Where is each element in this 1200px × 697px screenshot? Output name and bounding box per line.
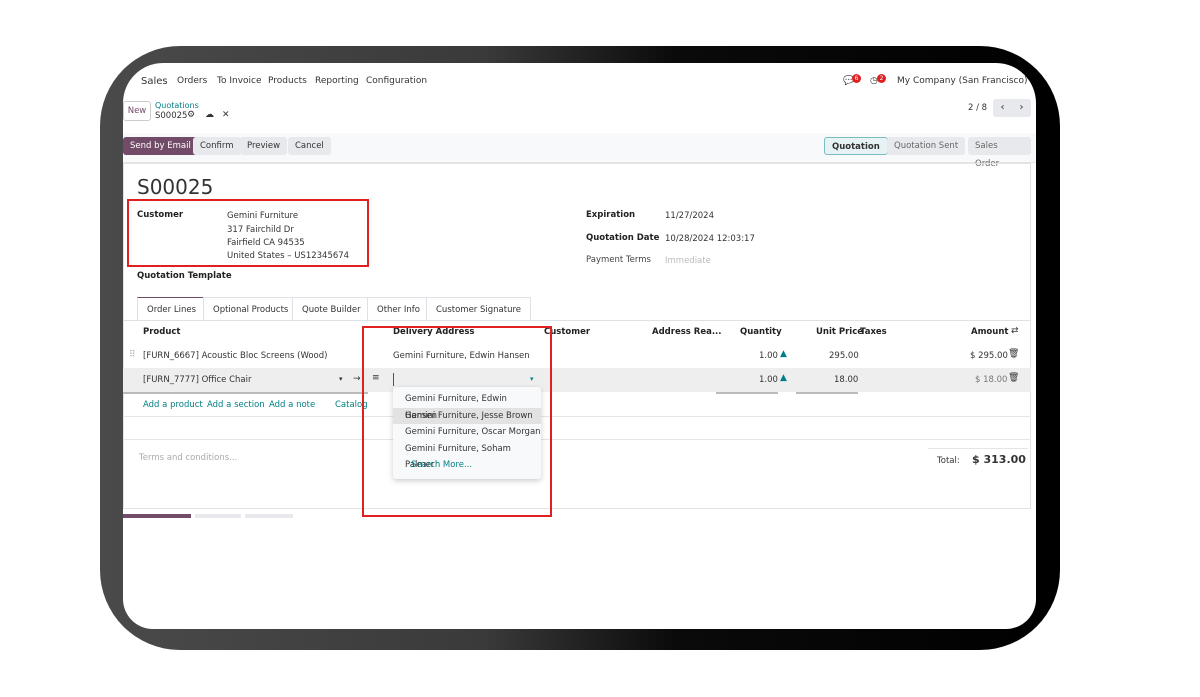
row-qty[interactable]: 1.00 [759, 351, 778, 361]
row-amount: $ 295.00 [970, 351, 1008, 361]
footer-bar [245, 514, 293, 518]
order-title: S00025 [137, 175, 214, 199]
next-icon[interactable]: › [1020, 99, 1024, 117]
highlight-delivery-address [362, 326, 552, 517]
footer-bar [195, 514, 241, 518]
add-product-link[interactable]: Add a product [143, 400, 203, 410]
pager-nav: ‹ › [993, 99, 1031, 117]
nav-reporting[interactable]: Reporting [315, 76, 359, 86]
expiration-label: Expiration [586, 210, 636, 220]
pager: 2 / 8 [968, 103, 988, 113]
add-section-link[interactable]: Add a section [207, 400, 265, 410]
price-underline [796, 392, 858, 394]
send-by-email-button[interactable]: Send by Email [123, 137, 198, 155]
quotation-template-label: Quotation Template [137, 271, 232, 281]
preview-button[interactable]: Preview [240, 137, 288, 155]
nav-products[interactable]: Products [268, 76, 307, 86]
new-button[interactable]: New [123, 101, 151, 121]
delete-icon[interactable]: 🗑 [1008, 349, 1019, 359]
divider [123, 439, 1031, 440]
confirm-button[interactable]: Confirm [193, 137, 241, 155]
nav-orders[interactable]: Orders [177, 76, 207, 86]
tab-order-lines[interactable]: Order Lines [137, 297, 206, 321]
company-switcher[interactable]: My Company (San Francisco) [897, 76, 1027, 86]
status-quotation[interactable]: Quotation [824, 137, 888, 155]
divider [123, 416, 1031, 417]
forecast-chart-icon[interactable]: ▲ [780, 373, 787, 383]
breadcrumb-quotations[interactable]: Quotations [155, 101, 199, 110]
footer-bar [123, 514, 191, 518]
dropdown-caret-icon[interactable]: ▾ [339, 375, 343, 383]
tab-quote-builder[interactable]: Quote Builder [292, 297, 371, 321]
terms-conditions-input[interactable]: Terms and conditions... [139, 453, 237, 463]
payment-terms-label: Payment Terms [586, 255, 651, 265]
highlight-customer [127, 199, 369, 267]
col-taxes[interactable]: Taxes [860, 327, 887, 337]
quotation-date-field[interactable]: 10/28/2024 12:03:17 [665, 234, 755, 244]
delete-icon[interactable]: 🗑 [1008, 373, 1019, 383]
qty-underline [716, 392, 778, 394]
row-price[interactable]: 18.00 [834, 375, 858, 385]
tab-optional-products[interactable]: Optional Products [203, 297, 299, 321]
total-amount: $ 313.00 [972, 453, 1026, 466]
nav-configuration[interactable]: Configuration [366, 76, 427, 86]
status-sales-order[interactable]: Sales Order [968, 137, 1031, 169]
row-amount: $ 18.00 [975, 375, 1008, 385]
nav-to-invoice[interactable]: To Invoice [217, 76, 262, 86]
app-name[interactable]: Sales [141, 76, 168, 87]
column-settings-icon[interactable]: ⇄ [1011, 326, 1019, 336]
payment-terms-field[interactable]: Immediate [665, 256, 711, 266]
add-note-link[interactable]: Add a note [269, 400, 315, 410]
row-product[interactable]: [FURN_7777] Office Chair [143, 375, 252, 385]
discard-icon[interactable]: ✕ [222, 110, 230, 120]
row-qty[interactable]: 1.00 [759, 375, 778, 385]
tab-other-info[interactable]: Other Info [367, 297, 430, 321]
total-divider [928, 448, 1028, 449]
breadcrumb-current: S00025 [155, 111, 188, 121]
forecast-chart-icon[interactable]: ▲ [780, 349, 787, 359]
messages-badge: 6 [852, 74, 861, 83]
tab-customer-signature[interactable]: Customer Signature [426, 297, 531, 321]
quotation-date-label: Quotation Date [586, 233, 660, 243]
col-address-rea[interactable]: Address Rea... [652, 327, 722, 337]
cloud-save-icon[interactable]: ☁ [205, 110, 214, 120]
col-quantity[interactable]: Quantity [740, 327, 782, 337]
total-label: Total: [937, 456, 960, 466]
row-product[interactable]: [FURN_6667] Acoustic Bloc Screens (Wood) [143, 351, 327, 361]
row-highlight [123, 368, 1031, 392]
col-amount[interactable]: Amount [971, 327, 1008, 337]
input-underline [123, 392, 368, 394]
expiration-field[interactable]: 11/27/2024 [665, 211, 714, 221]
drag-handle-icon[interactable]: ⠿ [129, 350, 136, 360]
row-price[interactable]: 295.00 [829, 351, 859, 361]
tabs-divider [123, 320, 1031, 321]
screen: Sales Orders To Invoice Products Reporti… [123, 63, 1036, 629]
gear-icon[interactable]: ⚙ [187, 110, 195, 120]
activities-badge: 2 [877, 74, 886, 83]
internal-link-icon[interactable]: → [353, 374, 361, 384]
col-product[interactable]: Product [143, 327, 181, 337]
cancel-button[interactable]: Cancel [288, 137, 331, 155]
prev-icon[interactable]: ‹ [1001, 99, 1005, 117]
status-quotation-sent[interactable]: Quotation Sent [887, 137, 966, 155]
col-unit-price[interactable]: Unit Price [816, 327, 863, 337]
